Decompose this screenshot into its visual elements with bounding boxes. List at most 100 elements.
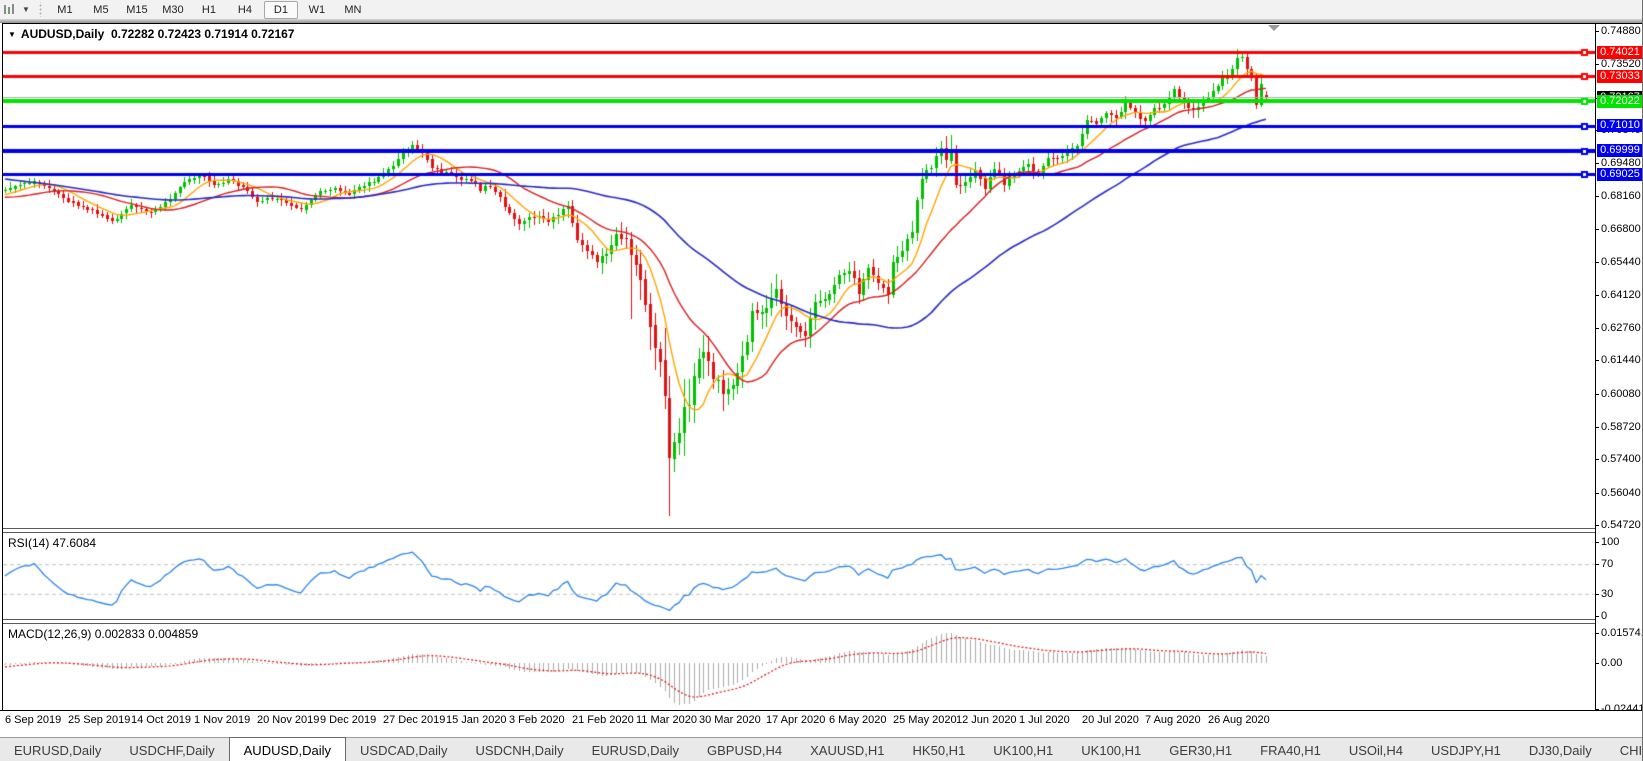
macd-chart-canvas[interactable] — [3, 624, 1595, 710]
date-label: 3 Feb 2020 — [509, 714, 565, 726]
chart-tab-AUDUSD-Daily[interactable]: AUDUSD,Daily — [228, 737, 347, 761]
chart-tab-UK100-H1[interactable]: UK100,H1 — [979, 738, 1067, 761]
price-tick-label: 0.56040 — [1601, 487, 1641, 499]
date-label: 27 Dec 2019 — [383, 714, 446, 726]
price-axis[interactable]: 0.748800.735200.721600.708400.694800.681… — [1595, 24, 1643, 715]
date-label: 15 Jan 2020 — [446, 714, 507, 726]
price-tick-mark — [1596, 295, 1599, 296]
chart-tab-USDCNH-Daily[interactable]: USDCNH,Daily — [461, 738, 577, 761]
chart-menu-icon[interactable]: ▼ — [8, 30, 16, 39]
price-tick-mark — [1596, 64, 1599, 65]
chart-frame-bottom — [0, 710, 1642, 711]
price-tick-mark — [1596, 493, 1599, 494]
date-label: 17 Apr 2020 — [766, 714, 826, 726]
price-tick-label: 0.57400 — [1601, 453, 1641, 465]
rsi-tick-label: 0 — [1601, 610, 1608, 622]
date-label: 30 Mar 2020 — [699, 714, 761, 726]
chart-title: ▼ AUDUSD,Daily 0.72282 0.72423 0.71914 0.… — [8, 27, 294, 41]
timeframe-button-W1[interactable]: W1 — [300, 1, 334, 19]
date-label: 26 Aug 2020 — [1208, 714, 1270, 726]
chart-tab-CHINA300-H1[interactable]: CHINA300,H1 — [1606, 738, 1642, 761]
timeframe-button-M1[interactable]: M1 — [48, 1, 82, 19]
price-tick-label: 0.58720 — [1601, 421, 1641, 433]
timeframe-button-M30[interactable]: M30 — [156, 1, 190, 19]
macd-tick-mark — [1596, 633, 1599, 634]
macd-tick-label: 0.015741 — [1601, 627, 1643, 639]
price-tick-mark — [1596, 427, 1599, 428]
chart-tab-GER30-H1[interactable]: GER30,H1 — [1155, 738, 1246, 761]
date-label: 25 May 2020 — [893, 714, 957, 726]
date-label: 21 Feb 2020 — [572, 714, 634, 726]
price-tick-label: 0.68160 — [1601, 190, 1641, 202]
rsi-chart-canvas[interactable] — [3, 533, 1595, 619]
timeframe-buttons: M1 M5 M15 M30 H1 H4 D1 W1 MN — [47, 0, 371, 19]
chart-tab-USDCHF-Daily[interactable]: USDCHF,Daily — [115, 738, 228, 761]
date-label: 25 Sep 2019 — [68, 714, 131, 726]
chart-symbol-period: AUDUSD,Daily — [20, 27, 105, 41]
chart-tab-UK100-H1[interactable]: UK100,H1 — [1067, 738, 1155, 761]
timeframe-button-M15[interactable]: M15 — [120, 1, 154, 19]
macd-indicator-label: MACD(12,26,9) 0.002833 0.004859 — [8, 627, 199, 641]
hline-price-label[interactable]: 0.73033 — [1597, 70, 1642, 83]
timeframe-button-MN[interactable]: MN — [336, 1, 370, 19]
price-chart-canvas[interactable] — [3, 24, 1595, 528]
chart-type-icon[interactable] — [2, 2, 20, 17]
hline-price-label[interactable]: 0.71010 — [1597, 119, 1642, 132]
price-tick-mark — [1596, 196, 1599, 197]
date-label: 9 Dec 2019 — [320, 714, 377, 726]
date-axis[interactable]: 6 Sep 2019 25 Sep 2019 14 Oct 2019 1 Nov 20… — [0, 711, 1642, 737]
chart-tab-USOil-H4[interactable]: USOil,H4 — [1335, 738, 1417, 761]
date-label: 7 Aug 2020 — [1145, 714, 1201, 726]
price-tick-label: 0.66800 — [1601, 223, 1641, 235]
price-tick-mark — [1596, 394, 1599, 395]
chart-tab-XAUUSD-H1[interactable]: XAUUSD,H1 — [796, 738, 898, 761]
chart-ohlc-values: 0.72282 0.72423 0.71914 0.72167 — [110, 27, 295, 41]
price-tick-mark — [1596, 229, 1599, 230]
price-tick-label: 0.73520 — [1601, 58, 1641, 70]
price-tick-mark — [1596, 328, 1599, 329]
macd-tick-mark — [1596, 663, 1599, 664]
date-label: 20 Nov 2019 — [257, 714, 320, 726]
date-label: 6 Sep 2019 — [5, 714, 62, 726]
price-tick-label: 0.65440 — [1601, 256, 1641, 268]
chart-tab-USDJPY-H1[interactable]: USDJPY,H1 — [1417, 738, 1515, 761]
chart-tab-USDCAD-Daily[interactable]: USDCAD,Daily — [346, 738, 461, 761]
price-tick-mark — [1596, 360, 1599, 361]
price-tick-label: 0.61440 — [1601, 354, 1641, 366]
chart-tab-EURUSD-Daily[interactable]: EURUSD,Daily — [0, 738, 115, 761]
price-tick-mark — [1596, 163, 1599, 164]
date-label: 1 Nov 2019 — [194, 714, 251, 726]
rsi-tick-label: 30 — [1601, 588, 1614, 600]
timeframe-button-H1[interactable]: H1 — [192, 1, 226, 19]
timeframe-button-D1[interactable]: D1 — [263, 0, 298, 19]
rsi-tick-mark — [1596, 542, 1599, 543]
date-label: 20 Jul 2020 — [1082, 714, 1139, 726]
chart-tab-EURUSD-Daily[interactable]: EURUSD,Daily — [578, 738, 693, 761]
hline-price-label[interactable]: 0.69999 — [1597, 144, 1642, 157]
date-label: 11 Mar 2020 — [636, 714, 697, 726]
hline-price-label[interactable]: 0.72022 — [1597, 95, 1642, 108]
rsi-tick-mark — [1596, 616, 1599, 617]
timeframe-button-H4[interactable]: H4 — [228, 1, 262, 19]
price-tick-mark — [1596, 459, 1599, 460]
hline-price-label[interactable]: 0.69025 — [1597, 168, 1642, 181]
chart-tab-DJ30-Daily[interactable]: DJ30,Daily — [1515, 738, 1606, 761]
timeframe-toolbar: ▼ M1 M5 M15 M30 H1 H4 D1 W1 MN — [0, 0, 1642, 19]
chart-tab-bar: EURUSD,Daily USDCHF,Daily AUDUSD,Daily USDC… — [0, 737, 1642, 761]
price-tick-label: 0.74880 — [1601, 25, 1641, 37]
chevron-down-icon[interactable]: ▼ — [22, 5, 30, 14]
timeframe-button-M5[interactable]: M5 — [84, 1, 118, 19]
date-label: 12 Jun 2020 — [956, 714, 1017, 726]
price-tick-mark — [1596, 525, 1599, 526]
trading-terminal-window: ▼ M1 M5 M15 M30 H1 H4 D1 W1 MN ▼ AUDUSD,Daily 0.7… — [0, 0, 1643, 761]
rsi-tick-mark — [1596, 564, 1599, 565]
chart-tab-HK50-H1[interactable]: HK50,H1 — [899, 738, 980, 761]
price-tick-label: 0.60080 — [1601, 388, 1641, 400]
macd-tick-label: 0.00 — [1601, 657, 1623, 669]
hline-price-label[interactable]: 0.74021 — [1597, 46, 1642, 59]
date-label: 6 May 2020 — [829, 714, 887, 726]
chart-shift-marker-icon[interactable] — [1268, 25, 1280, 31]
toolbar-separator — [37, 2, 43, 17]
chart-tab-GBPUSD-H4[interactable]: GBPUSD,H4 — [693, 738, 796, 761]
chart-tab-FRA40-H1[interactable]: FRA40,H1 — [1246, 738, 1335, 761]
